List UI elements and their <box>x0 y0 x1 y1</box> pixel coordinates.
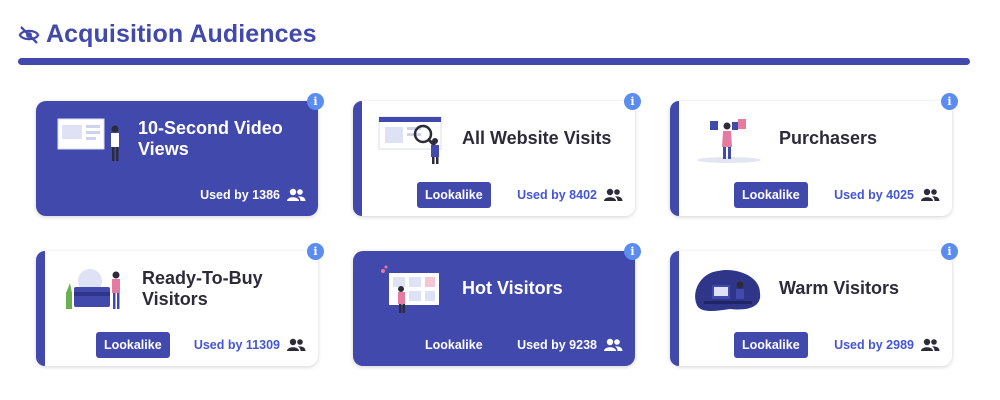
used-by-text: Used by 2989 <box>834 338 914 352</box>
header-divider <box>18 58 970 65</box>
used-by-count: Used by 4025 <box>834 188 940 202</box>
page-header: Acquisition Audiences <box>18 20 317 49</box>
card-title: Ready-To-Buy Visitors <box>142 268 263 309</box>
audience-card-website-visits[interactable]: All Website Visits Lookalike Used by 840… <box>353 93 641 216</box>
used-by-text: Used by 11309 <box>193 338 280 352</box>
card-accent-stripe <box>670 101 679 216</box>
used-by-count: Used by 9238 <box>517 338 623 352</box>
users-icon <box>604 188 623 201</box>
card-title: Purchasers <box>779 128 878 148</box>
warm-visitors-illustration <box>695 269 761 311</box>
lookalike-button[interactable]: Lookalike <box>734 332 808 358</box>
eye-slash-icon <box>18 25 40 44</box>
page-title: Acquisition Audiences <box>46 20 317 48</box>
audience-card-purchasers[interactable]: Purchasers Lookalike Used by 4025 i <box>670 93 958 216</box>
users-icon <box>921 338 940 351</box>
used-by-count: Used by 2989 <box>834 338 940 352</box>
info-icon[interactable]: i <box>941 93 958 110</box>
lookalike-button[interactable]: Lookalike <box>417 332 491 358</box>
card-title: All Website Visits <box>462 128 612 148</box>
audience-card-hot-visitors[interactable]: Hot Visitors Lookalike Used by 9238 i <box>353 243 641 366</box>
users-icon <box>921 188 940 201</box>
audience-card-ready-to-buy[interactable]: Ready-To-Buy Visitors Lookalike Used by … <box>36 243 324 366</box>
info-icon[interactable]: i <box>624 243 641 260</box>
card-accent-stripe <box>353 101 362 216</box>
used-by-text: Used by 1386 <box>200 188 280 202</box>
info-icon[interactable]: i <box>307 93 324 110</box>
info-icon[interactable]: i <box>941 243 958 260</box>
card-accent-stripe <box>36 251 45 366</box>
used-by-count: Used by 8402 <box>517 188 623 202</box>
used-by-count: Used by 11309 <box>194 338 306 352</box>
users-icon <box>287 338 306 351</box>
used-by-text: Used by 4025 <box>834 188 914 202</box>
video-views-illustration <box>57 118 119 161</box>
audience-card-warm-visitors[interactable]: Warm Visitors Lookalike Used by 2989 i <box>670 243 958 366</box>
used-by-text: Used by 8402 <box>517 188 597 202</box>
card-title: Hot Visitors <box>462 278 563 298</box>
lookalike-button[interactable]: Lookalike <box>417 182 491 208</box>
used-by-text: Used by 9238 <box>517 338 597 352</box>
purchasers-illustration <box>697 119 761 163</box>
card-title: Warm Visitors <box>779 278 900 298</box>
website-visits-illustration <box>378 116 442 164</box>
used-by-count: Used by 1386 <box>200 188 306 202</box>
audience-card-video-views[interactable]: 10-Second Video Views Used by 1386 i <box>36 93 324 216</box>
hot-visitors-illustration <box>381 265 439 313</box>
ready-to-buy-illustration <box>66 269 120 309</box>
users-icon <box>287 188 306 201</box>
card-title: 10-Second Video Views <box>138 118 283 159</box>
info-icon[interactable]: i <box>624 93 641 110</box>
card-accent-stripe <box>670 251 679 366</box>
lookalike-button[interactable]: Lookalike <box>734 182 808 208</box>
lookalike-button[interactable]: Lookalike <box>96 332 170 358</box>
info-icon[interactable]: i <box>307 243 324 260</box>
users-icon <box>604 338 623 351</box>
